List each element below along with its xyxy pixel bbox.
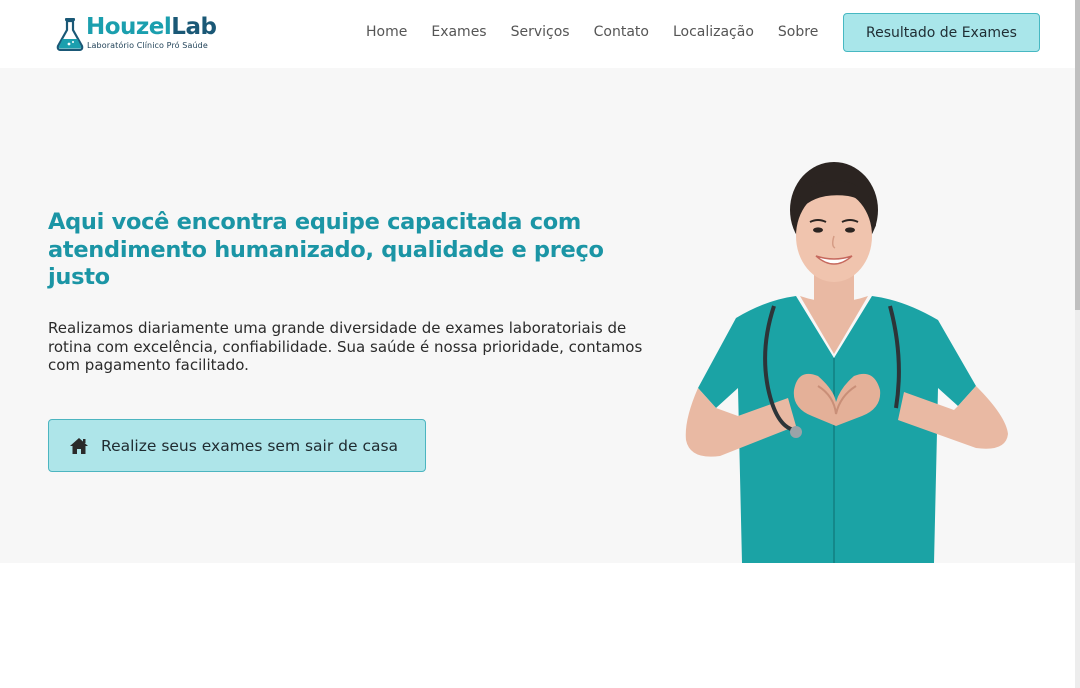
nav-item-contato[interactable]: Contato [594,24,649,40]
nav-item-sobre[interactable]: Sobre [778,24,818,40]
exam-results-button[interactable]: Resultado de Exames [843,13,1040,52]
home-exams-button-label: Realize seus exames sem sair de casa [101,436,399,455]
hero-description: Realizamos diariamente uma grande divers… [48,319,643,374]
flask-icon [56,18,84,51]
site-header: HouzelLab Laboratório Clínico Pró Saúde … [0,0,1075,68]
brand-tagline: Laboratório Clínico Pró Saúde [87,41,208,50]
brand-logo[interactable]: HouzelLab Laboratório Clínico Pró Saúde [56,14,236,53]
home-icon [70,437,88,454]
hero-section: Aqui você encontra equipe capacitada com… [0,68,1075,563]
nurse-photo [685,162,1008,563]
hero-title: Aqui você encontra equipe capacitada com… [48,209,604,290]
scrollbar-thumb[interactable] [1075,0,1080,310]
nav-item-localizacao[interactable]: Localização [673,24,754,40]
page-scrollbar[interactable] [1075,0,1080,688]
nav-item-exames[interactable]: Exames [431,24,486,40]
nav-item-servicos[interactable]: Serviços [511,24,570,40]
brand-name: HouzelLab [86,14,217,40]
main-nav: Home Exames Serviços Contato Localização… [366,24,842,40]
home-exams-button[interactable]: Realize seus exames sem sair de casa [48,419,426,472]
nav-item-home[interactable]: Home [366,24,407,40]
page: HouzelLab Laboratório Clínico Pró Saúde … [0,0,1080,688]
